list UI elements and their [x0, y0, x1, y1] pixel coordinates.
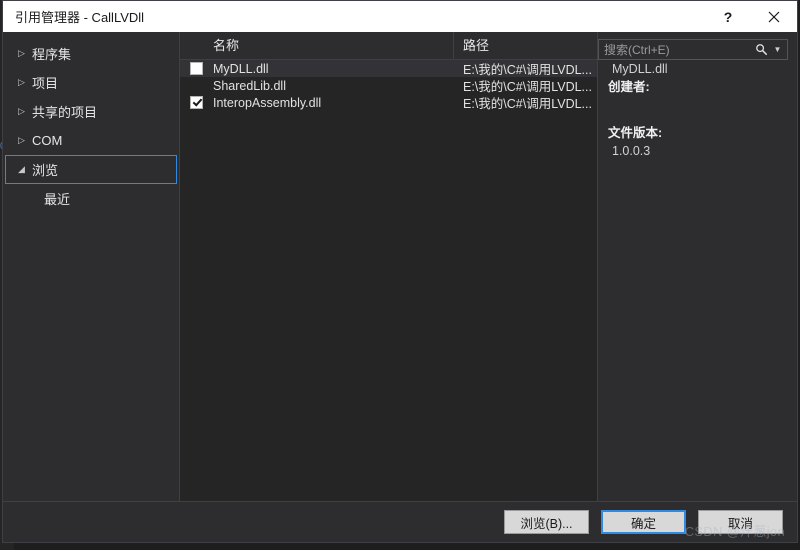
search-box[interactable]: ▼	[598, 39, 788, 60]
window-title: 引用管理器 - CallLVDll	[15, 10, 145, 25]
close-icon	[768, 11, 780, 22]
sidebar-item-label: COM	[32, 133, 63, 148]
chevron-right-icon: ▷	[18, 48, 25, 58]
dialog-body: ▷ 程序集 ▷ 项目 ▷ 共享的项目 ▷ COM ◢ 浏览 最近 名称 路径 M…	[3, 32, 797, 542]
question-mark-icon: ?	[723, 8, 733, 25]
ok-button-label: 确定	[630, 516, 656, 531]
category-sidebar: ▷ 程序集 ▷ 项目 ▷ 共享的项目 ▷ COM ◢ 浏览 最近	[3, 32, 179, 501]
cancel-button[interactable]: 取消	[698, 510, 783, 534]
cancel-button-label: 取消	[727, 516, 753, 531]
dialog-footer: 浏览(B)... 确定 取消 CSDN @洋葱jon	[3, 501, 797, 542]
main-region: ▷ 程序集 ▷ 项目 ▷ 共享的项目 ▷ COM ◢ 浏览 最近 名称 路径 M…	[3, 32, 797, 501]
close-button[interactable]	[751, 1, 797, 32]
row-checkbox-cell[interactable]	[180, 62, 213, 75]
row-path: E:\我的\C#\调用LVDL...	[463, 97, 592, 111]
sidebar-item-label: 共享的项目	[32, 105, 98, 120]
search-input[interactable]	[599, 41, 751, 58]
detail-author-value	[608, 96, 797, 114]
row-name: SharedLib.dll	[213, 78, 286, 93]
detail-spacer	[608, 114, 797, 124]
help-button[interactable]: ?	[705, 1, 751, 32]
chevron-down-icon: ◢	[18, 164, 25, 174]
chevron-right-icon: ▷	[18, 106, 25, 116]
chevron-right-icon: ▷	[18, 135, 25, 145]
details-panel: 名称: MyDLL.dll 创建者: 文件版本: 1.0.0.3	[597, 32, 797, 501]
checkbox-unchecked-icon[interactable]	[190, 62, 203, 75]
detail-version-label: 文件版本:	[608, 126, 663, 140]
table-row[interactable]: MyDLL.dll E:\我的\C#\调用LVDL...	[180, 60, 597, 77]
title-bar[interactable]: 引用管理器 - CallLVDll ?	[3, 1, 797, 32]
ok-button[interactable]: 确定	[601, 510, 686, 534]
row-name: MyDLL.dll	[213, 61, 269, 76]
reference-manager-dialog: 引用管理器 - CallLVDll ? ▷ 程序集 ▷ 项目 ▷ 共享的项目 ▷…	[2, 0, 798, 543]
browse-button-label: 浏览(B)...	[520, 516, 573, 531]
reference-list-panel: 名称 路径 MyDLL.dll E:\我的\C#\调用LVDL... Share…	[179, 32, 597, 501]
sidebar-item-label: 程序集	[32, 47, 72, 62]
table-row[interactable]: SharedLib.dll E:\我的\C#\调用LVDL...	[180, 77, 597, 95]
browse-button[interactable]: 浏览(B)...	[504, 510, 589, 534]
row-checkbox-cell[interactable]	[180, 79, 213, 92]
chevron-down-icon[interactable]: ▼	[771, 45, 787, 54]
detail-version-value: 1.0.0.3	[612, 144, 651, 158]
sidebar-item-browse[interactable]: ◢ 浏览	[5, 155, 177, 184]
sidebar-item-projects[interactable]: ▷ 项目	[5, 68, 177, 97]
sidebar-item-label: 项目	[32, 76, 59, 91]
title-bar-buttons: ?	[705, 1, 797, 32]
sidebar-item-label: 浏览	[32, 163, 59, 178]
detail-author-label: 创建者:	[608, 80, 650, 94]
table-row[interactable]: InteropAssembly.dll E:\我的\C#\调用LVDL...	[180, 94, 597, 111]
search-icon[interactable]	[751, 43, 771, 56]
checkbox-checked-icon[interactable]	[190, 96, 203, 109]
sidebar-item-recent[interactable]: 最近	[5, 184, 177, 213]
sidebar-item-assemblies[interactable]: ▷ 程序集	[5, 39, 177, 68]
sidebar-item-shared-projects[interactable]: ▷ 共享的项目	[5, 97, 177, 126]
chevron-right-icon: ▷	[18, 77, 25, 87]
detail-name-value: MyDLL.dll	[612, 62, 668, 76]
list-header: 名称 路径	[180, 32, 597, 60]
list-rows: MyDLL.dll E:\我的\C#\调用LVDL... SharedLib.d…	[180, 60, 597, 501]
column-header-name[interactable]: 名称	[180, 32, 454, 59]
column-header-path[interactable]: 路径	[454, 32, 597, 59]
row-checkbox-cell[interactable]	[180, 96, 213, 109]
sidebar-item-label: 最近	[44, 192, 71, 207]
row-name: InteropAssembly.dll	[213, 95, 322, 110]
sidebar-item-com[interactable]: ▷ COM	[5, 126, 177, 155]
